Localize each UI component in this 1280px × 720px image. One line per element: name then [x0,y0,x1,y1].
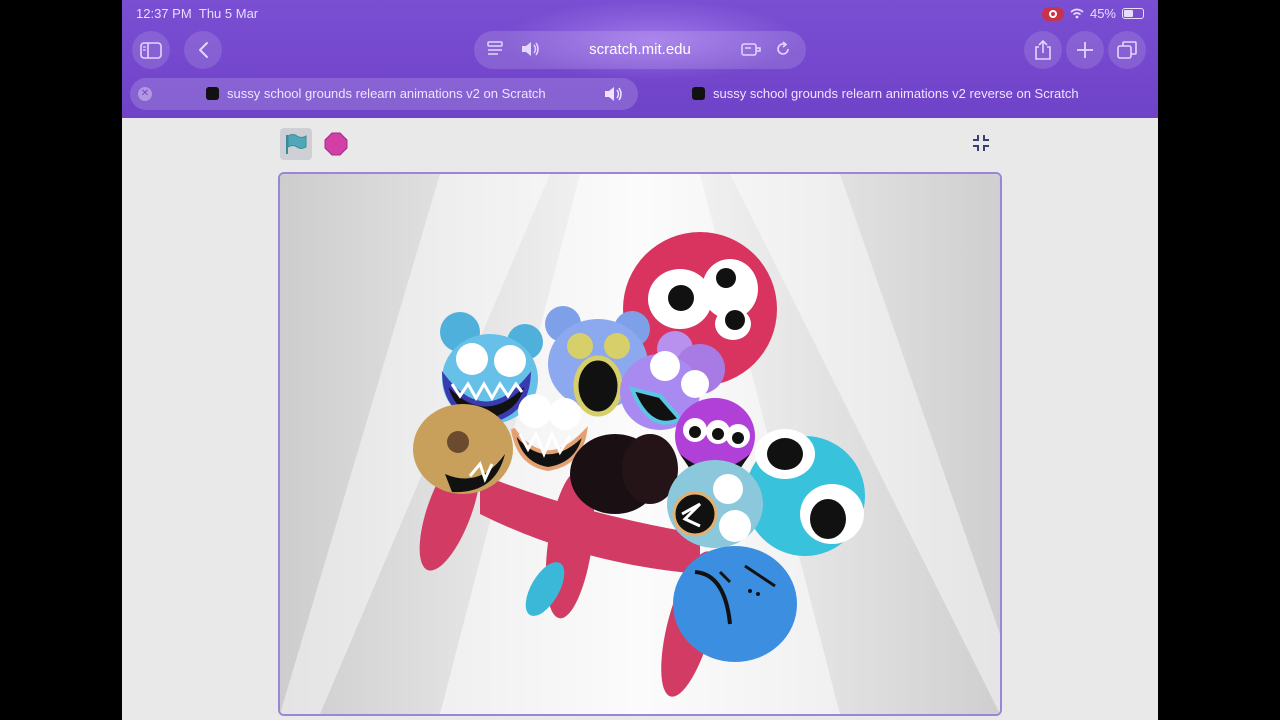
scratch-favicon [692,87,705,100]
battery-icon [1122,8,1144,19]
stage-scene [280,174,1000,714]
wifi-icon [1070,8,1084,19]
battery-percent: 45% [1089,6,1116,21]
tab-audio-icon[interactable] [602,85,624,103]
new-tab-button[interactable] [1066,31,1104,69]
stop-button[interactable] [320,128,352,160]
stop-sign-icon [324,132,348,156]
ipad-screen: 12:37 PM Thu 5 Mar 45% scratch.mit.edu ✕… [122,0,1158,720]
green-flag-icon [286,134,307,154]
tab-close-icon[interactable]: ✕ [138,87,152,101]
sidebar-icon [140,41,162,59]
green-flag-button[interactable] [280,128,312,160]
exit-fullscreen-icon [973,135,989,151]
back-chevron-icon [199,42,208,58]
share-button[interactable] [1024,31,1062,69]
address-bar[interactable]: scratch.mit.edu [474,31,806,69]
tab-item-1[interactable]: sussy school grounds relearn animations … [206,86,546,101]
tab-bar: ✕ sussy school grounds relearn animation… [130,78,1150,110]
back-button[interactable] [184,31,222,69]
browser-chrome: 12:37 PM Thu 5 Mar 45% scratch.mit.edu ✕… [122,0,1158,118]
status-right: 45% [1041,6,1144,21]
status-time: 12:37 PM [136,6,192,21]
screen-record-icon[interactable] [1041,6,1064,21]
tab-item-2[interactable]: sussy school grounds relearn animations … [692,86,1079,101]
plus-icon [1077,42,1093,58]
extension-icon[interactable] [740,40,762,58]
status-bar: 12:37 PM Thu 5 Mar 45% [136,6,1144,22]
sidebar-button[interactable] [132,31,170,69]
tab-title: sussy school grounds relearn animations … [713,86,1079,101]
project-stage[interactable] [278,172,1002,716]
reload-icon[interactable] [774,40,792,58]
share-icon [1035,39,1051,60]
player-controls [280,128,352,160]
tabs-icon [1117,41,1137,59]
status-time-date: 12:37 PM Thu 5 Mar [136,6,258,21]
status-date: Thu 5 Mar [198,6,259,21]
scratch-favicon [206,87,219,100]
tab-overview-button[interactable] [1108,31,1146,69]
tab-title: sussy school grounds relearn animations … [227,86,546,101]
exit-fullscreen-button[interactable] [968,130,994,156]
scratch-player-page [122,118,1158,720]
